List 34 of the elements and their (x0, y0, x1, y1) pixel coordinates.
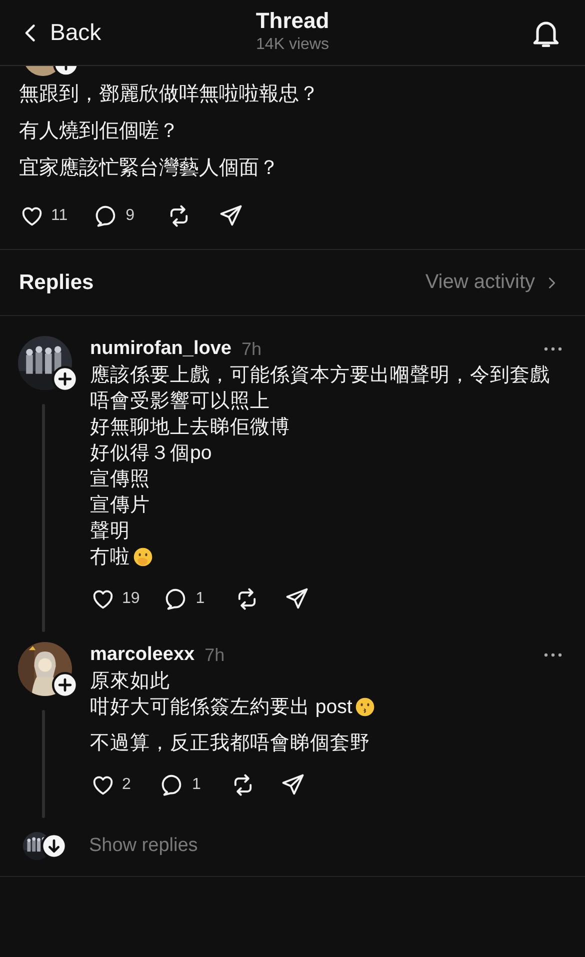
timestamp: 7h (204, 644, 225, 666)
section-title: Replies (19, 270, 94, 294)
username[interactable]: marcoleexx (90, 644, 195, 666)
post-text: 宜家應該忙緊台灣藝人個面？ (19, 156, 280, 181)
comment-text: 冇啦 (90, 545, 130, 570)
like-count: 19 (122, 590, 140, 608)
show-replies-link[interactable]: Show replies (89, 835, 198, 857)
emoji-icon (132, 546, 154, 568)
comment-text: 好無聊地上去睇佢微博 (90, 415, 290, 440)
plus-icon[interactable] (52, 366, 78, 392)
comment-count: 9 (126, 207, 136, 225)
comment-text: 原來如此 (90, 669, 170, 694)
comment-count: 1 (196, 590, 206, 608)
comment-text: 應該係要上戲，可能係資本方要出嗰聲明，令到套戲唔會受影響可以照上 (90, 363, 551, 414)
like-count: 11 (51, 207, 68, 225)
plus-icon[interactable] (53, 66, 79, 76)
comment-text: 不過算，反正我都唔會睇個套野 (90, 731, 370, 756)
comment-text: 聲明 (90, 519, 130, 544)
timestamp: 7h (241, 338, 262, 360)
post-text: 有人燒到佢個嗟？ (19, 119, 180, 144)
back-button[interactable]: Back (20, 19, 102, 46)
like-count: 2 (122, 776, 132, 794)
comment-text: 好似得３個po (90, 441, 212, 466)
plus-icon[interactable] (52, 672, 78, 698)
comment-text: 宣傳片 (90, 493, 150, 518)
username[interactable]: numirofan_love (90, 338, 232, 360)
comment-count: 1 (192, 776, 202, 794)
emoji-icon (354, 696, 376, 718)
comment-text: 咁好大可能係簽左約要出 post (90, 695, 352, 720)
page-title: Thread (256, 8, 330, 34)
view-activity-link[interactable]: View activity (425, 271, 559, 294)
post-text: 無跟到，鄧麗欣做咩無啦啦報忠？ (19, 82, 320, 107)
view-count: 14K views (256, 36, 329, 54)
comment-text: 宣傳照 (90, 467, 150, 492)
